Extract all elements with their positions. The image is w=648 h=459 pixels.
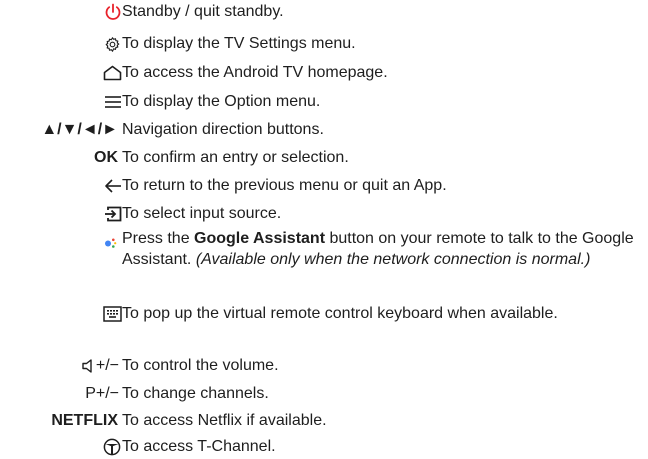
navigation-keys: ▲/▼/◄/► xyxy=(41,121,118,138)
volume-key: +/− xyxy=(82,356,119,376)
row-description: To confirm an entry or selection. xyxy=(122,149,349,166)
home-icon xyxy=(103,63,122,83)
channel-key: P+/− xyxy=(85,384,119,404)
row-description: To select input source. xyxy=(122,205,282,222)
google-assistant-label: Google Assistant xyxy=(194,230,326,247)
text-before: Press the xyxy=(122,230,195,247)
row-description: To access T-Channel. xyxy=(122,438,276,455)
row-description: Standby / quit standby. xyxy=(122,3,284,20)
power-icon xyxy=(104,2,122,22)
row-description: To control the volume. xyxy=(122,357,279,374)
availability-note: (Available only when the network connect… xyxy=(195,250,591,268)
menu-icon xyxy=(104,92,122,112)
gear-icon xyxy=(104,34,121,54)
row-description: To display the Option menu. xyxy=(122,93,321,110)
t-channel-icon xyxy=(103,437,121,457)
netflix-key: NETFLIX xyxy=(51,412,118,429)
channel-plus-minus: P+/− xyxy=(85,385,119,402)
ok-key: OK xyxy=(94,149,118,166)
back-arrow-icon xyxy=(104,176,122,196)
google-assistant-icon xyxy=(104,233,118,253)
volume-icon xyxy=(82,358,96,374)
row-description: To change channels. xyxy=(122,385,269,402)
row-description: Navigation direction buttons. xyxy=(122,121,324,138)
row-description: Press the Google Assistant button on you… xyxy=(122,229,642,270)
row-description: To access Netflix if available. xyxy=(122,412,327,429)
row-description: To return to the previous menu or quit a… xyxy=(122,177,447,194)
keyboard-icon xyxy=(103,304,122,324)
row-description: To access the Android TV homepage. xyxy=(122,64,388,81)
row-description: To display the TV Settings menu. xyxy=(122,35,356,52)
volume-plus-minus: +/− xyxy=(95,357,119,374)
row-description: To pop up the virtual remote control key… xyxy=(122,305,558,322)
input-source-icon xyxy=(104,204,122,224)
